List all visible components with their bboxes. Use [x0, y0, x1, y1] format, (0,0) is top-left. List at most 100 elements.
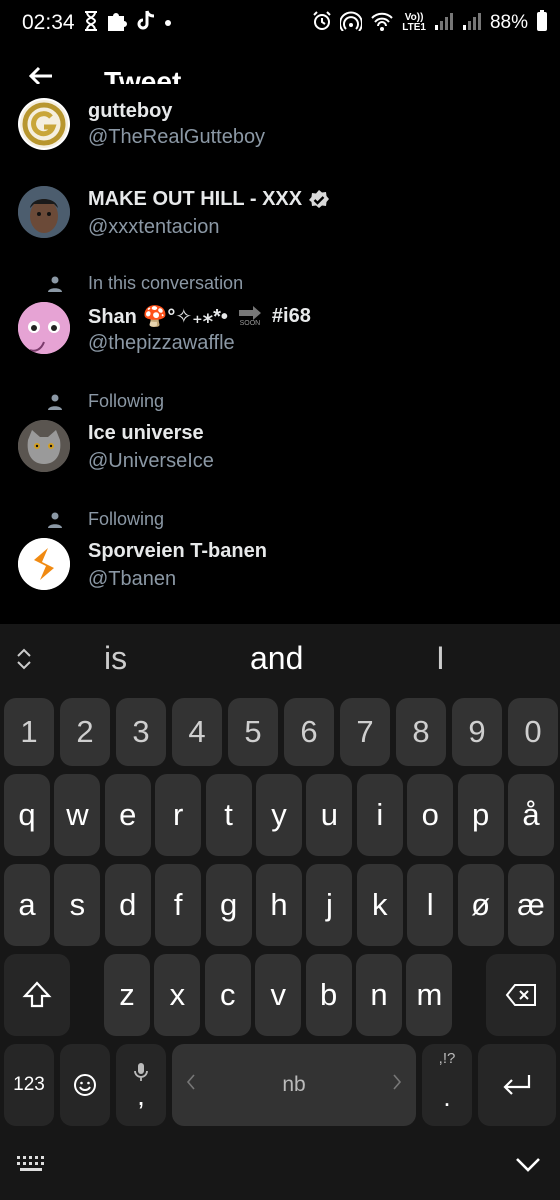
number-key-6[interactable]: 7 [340, 698, 390, 766]
user-handle: @Tbanen [88, 568, 177, 590]
person-icon [48, 512, 62, 533]
letter-key-9[interactable]: p [457, 774, 504, 856]
number-key-8[interactable]: 9 [452, 698, 502, 766]
letter-key-7[interactable]: i [356, 774, 403, 856]
signal-icon-1 [434, 11, 454, 36]
letter-key-4[interactable]: t [205, 774, 252, 856]
letter-key-6[interactable]: u [306, 774, 353, 856]
avatar [18, 186, 70, 238]
wifi-icon [370, 11, 394, 36]
letter-key-1[interactable]: w [54, 774, 101, 856]
suggestion-item[interactable]: MAKE OUT HILL - XXX @xxxtentacion [0, 174, 560, 264]
letter-key-3[interactable]: f [155, 864, 202, 946]
suggestion-item[interactable]: In this conversation Shan 🍄°✧₊⁎*• SOON #… [0, 264, 560, 382]
hourglass-icon [84, 10, 98, 36]
user-name: Shan 🍄°✧₊⁎*• SOON #i68 [88, 305, 311, 328]
backspace-key[interactable] [486, 954, 556, 1036]
shift-icon [22, 981, 52, 1008]
prediction-left[interactable]: is [104, 640, 127, 677]
user-name: MAKE OUT HILL - XXX [88, 188, 330, 211]
letter-key-2[interactable]: e [104, 774, 151, 856]
suggestion-item[interactable]: Following Sporveien T-banen @Tbanen [0, 500, 560, 618]
battery-percent: 88% [489, 12, 528, 33]
number-key-9[interactable]: 0 [508, 698, 558, 766]
expand-toolbar-icon[interactable] [14, 646, 34, 677]
letter-key-8[interactable]: l [407, 864, 454, 946]
letter-key-9[interactable]: ø [457, 864, 504, 946]
suggestion-item[interactable]: gutteboy @TheRealGutteboy [0, 84, 560, 174]
number-key-2[interactable]: 3 [116, 698, 166, 766]
on-screen-keyboard: is and I 1234567890 qwertyuiopå asdfghjk… [0, 624, 560, 1200]
number-key-4[interactable]: 5 [228, 698, 278, 766]
dot-icon [164, 14, 172, 32]
letter-key-5[interactable]: h [256, 864, 302, 946]
letter-key-2[interactable]: c [204, 954, 251, 1036]
letter-key-0[interactable]: q [4, 774, 50, 856]
avatar [18, 538, 70, 590]
hide-keyboard-chevron-icon[interactable] [514, 1156, 542, 1179]
shift-key[interactable] [4, 954, 70, 1036]
orange-s-logo-icon [18, 538, 70, 590]
letter-key-0[interactable]: z [104, 954, 150, 1036]
volte-icon: Vo)) LTE1 [402, 12, 426, 33]
prediction-bar: is and I [0, 624, 560, 694]
letter-key-4[interactable]: g [205, 864, 252, 946]
arrow-soon-icon: SOON [238, 306, 262, 327]
letter-key-1[interactable]: x [154, 954, 201, 1036]
letter-key-1[interactable]: s [54, 864, 101, 946]
user-name: Sporveien T-banen [88, 540, 267, 562]
prediction-right[interactable]: I [436, 640, 445, 677]
cat-photo-icon [18, 420, 70, 472]
avatar [18, 98, 70, 150]
backspace-icon [505, 984, 536, 1006]
gold-g-logo-icon [20, 100, 68, 148]
user-handle: @thepizzawaffle [88, 332, 235, 354]
number-key-5[interactable]: 6 [284, 698, 334, 766]
number-key-0[interactable]: 1 [4, 698, 54, 766]
notification-icons [84, 10, 172, 36]
puzzle-icon [106, 10, 128, 37]
signal-icon-2 [462, 11, 482, 36]
emoji-key[interactable] [60, 1044, 110, 1126]
keyboard-switch-icon[interactable] [16, 1154, 46, 1179]
letter-key-4[interactable]: b [305, 954, 352, 1036]
comma-key[interactable]: , [116, 1044, 166, 1126]
tweet-header: Tweet [0, 48, 560, 88]
letter-key-10[interactable]: æ [508, 864, 554, 946]
letter-key-5[interactable]: n [356, 954, 402, 1036]
user-handle: @UniverseIce [88, 450, 214, 472]
number-key-1[interactable]: 2 [60, 698, 110, 766]
number-key-7[interactable]: 8 [396, 698, 446, 766]
avatar [18, 420, 70, 472]
enter-key[interactable] [478, 1044, 556, 1126]
letter-key-0[interactable]: a [4, 864, 50, 946]
letter-key-6[interactable]: j [306, 864, 353, 946]
letter-key-10[interactable]: å [508, 774, 554, 856]
system-icons: Vo)) LTE1 88% [312, 9, 548, 36]
pink-cartoon-icon [18, 302, 70, 354]
enter-icon [503, 1075, 531, 1095]
user-name: Ice universe [88, 422, 204, 444]
period-key[interactable]: ,!? . [422, 1044, 472, 1126]
letter-key-3[interactable]: v [255, 954, 302, 1036]
letter-key-8[interactable]: o [407, 774, 454, 856]
letter-key-5[interactable]: y [256, 774, 302, 856]
mention-suggestions-list: gutteboy @TheRealGutteboy MAKE OUT HILL … [0, 84, 560, 620]
person-icon [48, 276, 62, 297]
letter-key-7[interactable]: k [356, 864, 403, 946]
space-key[interactable]: nb [172, 1044, 416, 1126]
person-icon [48, 394, 62, 415]
user-handle: @xxxtentacion [88, 216, 220, 238]
user-handle: @TheRealGutteboy [88, 126, 266, 148]
status-time: 02:34 [22, 11, 75, 34]
letter-key-3[interactable]: r [155, 774, 202, 856]
number-key-3[interactable]: 4 [172, 698, 222, 766]
context-label: Following [88, 391, 165, 411]
suggestion-item[interactable]: Following Ice universe @UniverseIce [0, 382, 560, 500]
letter-key-2[interactable]: d [104, 864, 151, 946]
symbols-key[interactable]: 123 [4, 1044, 54, 1126]
context-label: In this conversation [88, 273, 244, 293]
emoji-icon [74, 1074, 96, 1096]
letter-key-6[interactable]: m [406, 954, 453, 1036]
prediction-center[interactable]: and [250, 640, 303, 677]
